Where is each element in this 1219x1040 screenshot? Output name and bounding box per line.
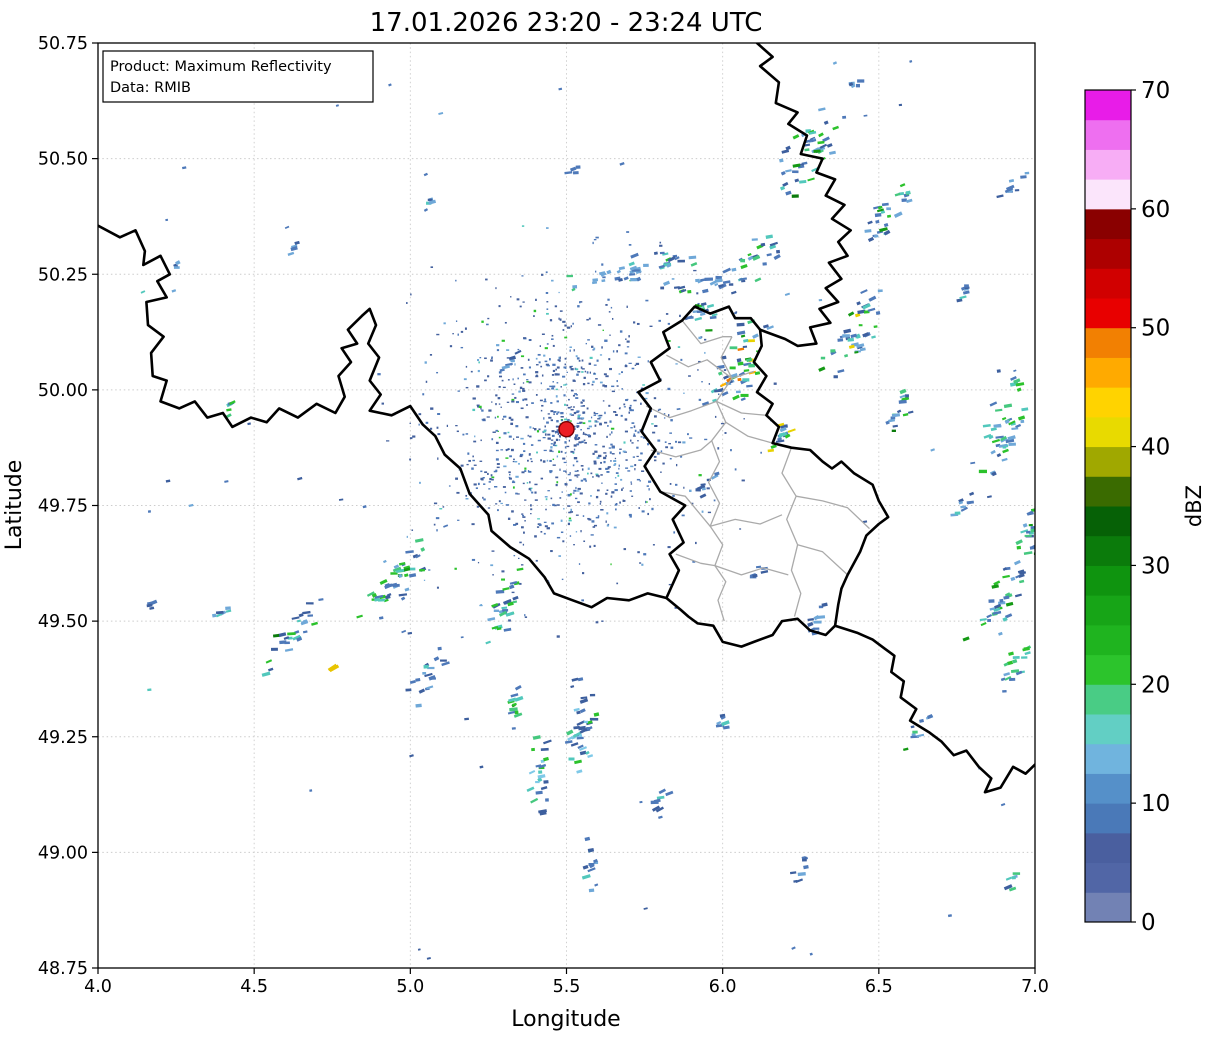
- y-tick-label: 50.50: [38, 150, 88, 170]
- grid-lines: [98, 43, 1035, 968]
- x-tick-label: 4.5: [240, 977, 268, 997]
- info-box-product-line: Product: Maximum Reflectivity: [110, 59, 332, 75]
- colorbar-tick-label: 60: [1141, 197, 1170, 223]
- x-tick-label: 6.0: [709, 977, 737, 997]
- y-tick-label: 49.50: [38, 612, 88, 632]
- radar-echoes: [140, 60, 1035, 960]
- colorbar-tick-label: 30: [1141, 553, 1170, 579]
- y-tick-label: 49.75: [38, 497, 88, 517]
- figure: 17.01.2026 23:20 - 23:24 UTC 4.0 4.5 5.0 5.…: [0, 0, 1219, 1040]
- x-axis: 4.0 4.5 5.0 5.5 6.0 6.5 7.0: [84, 968, 1049, 997]
- radar-map-canvas: 17.01.2026 23:20 - 23:24 UTC 4.0 4.5 5.0 5.…: [2, 8, 1206, 1032]
- y-tick-label: 48.75: [38, 959, 88, 979]
- y-tick-label: 50.00: [38, 381, 88, 401]
- chart-title: 17.01.2026 23:20 - 23:24 UTC: [370, 8, 763, 38]
- x-tick-label: 6.5: [865, 977, 893, 997]
- x-tick-label: 7.0: [1021, 977, 1049, 997]
- y-tick-label: 50.75: [38, 34, 88, 54]
- x-tick-label: 4.0: [84, 977, 112, 997]
- y-tick-label: 49.00: [38, 843, 88, 863]
- radar-site-marker: [558, 420, 575, 438]
- colorbar-tick-label: 0: [1141, 910, 1156, 936]
- info-box-data-line: Data: RMIB: [110, 80, 191, 96]
- colorbar-label: dBZ: [1182, 485, 1206, 527]
- y-axis: 48.75 49.00 49.25 49.50 49.75 50.00 50.25 50.50…: [38, 34, 98, 979]
- radar-site-dot: [558, 420, 575, 438]
- y-tick-label: 50.25: [38, 265, 88, 285]
- colorbar-tick-label: 20: [1141, 672, 1170, 698]
- y-axis-label: Latitude: [2, 460, 27, 551]
- colorbar-tick-label: 10: [1141, 791, 1170, 817]
- colorbar-tick-label: 50: [1141, 316, 1170, 342]
- colorbar-tick-label: 70: [1141, 78, 1170, 104]
- x-tick-label: 5.0: [396, 977, 424, 997]
- y-tick-label: 49.25: [38, 728, 88, 748]
- x-tick-label: 5.5: [553, 977, 581, 997]
- colorbar: 0 10 20 30 40 50 60 70: [1085, 78, 1170, 936]
- colorbar-tick-label: 40: [1141, 435, 1170, 461]
- x-axis-label: Longitude: [511, 1007, 620, 1032]
